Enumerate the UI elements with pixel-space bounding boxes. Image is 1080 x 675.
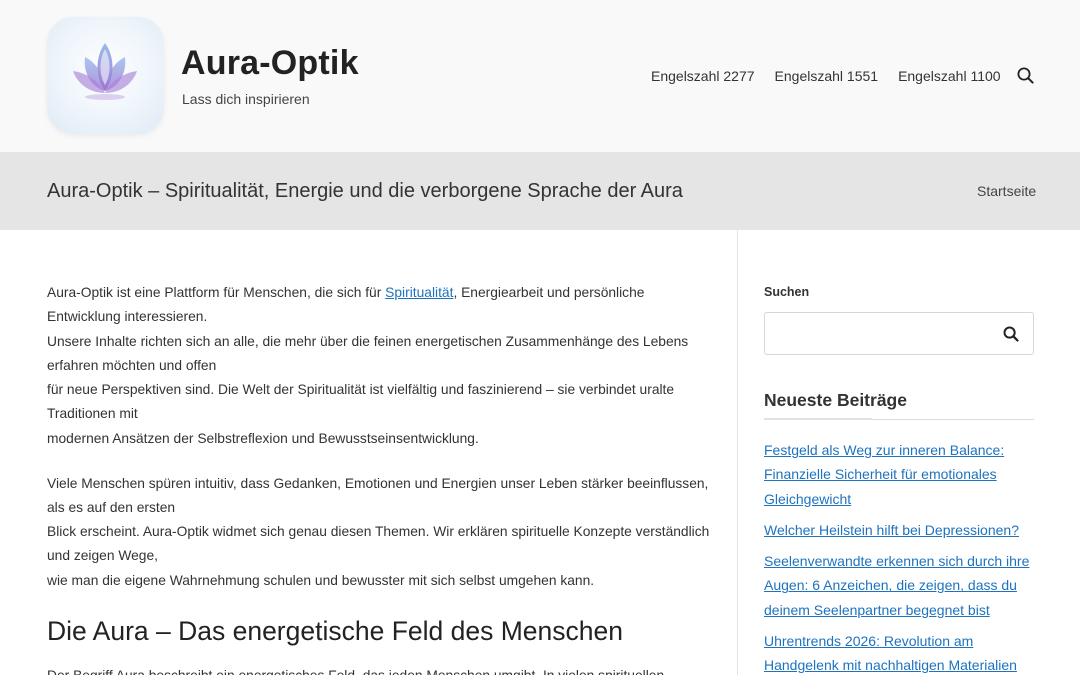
second-text-1: Viele Menschen spüren intuitiv, dass Ged… — [47, 475, 709, 515]
intro-text-4: für neue Perspektiven sind. Die Welt der… — [47, 382, 675, 422]
site-title[interactable]: Aura-Optik — [181, 44, 359, 83]
recent-post-link[interactable]: Festgeld als Weg zur inneren Balance: Fi… — [764, 442, 1004, 507]
nav-item-engelszahl-2277[interactable]: Engelszahl 2277 — [651, 68, 755, 84]
recent-post-link[interactable]: Uhrentrends 2026: Revolution am Handgele… — [764, 633, 1017, 673]
list-item: Welcher Heilstein hilft bei Depressionen… — [764, 518, 1034, 542]
list-item: Uhrentrends 2026: Revolution am Handgele… — [764, 629, 1034, 675]
intro-text-5: modernen Ansätzen der Selbstreflexion un… — [47, 430, 479, 446]
lotus-logo-icon — [73, 43, 137, 100]
recent-post-link[interactable]: Seelenverwandte erkennen sich durch ihre… — [764, 553, 1029, 618]
recent-posts-list: Festgeld als Weg zur inneren Balance: Fi… — [764, 438, 1034, 675]
site-logo[interactable] — [47, 17, 164, 134]
spiritualitaet-link[interactable]: Spiritualität — [385, 285, 453, 300]
sidebar-search-box — [764, 312, 1034, 355]
list-item: Seelenverwandte erkennen sich durch ihre… — [764, 549, 1034, 622]
page-title: Aura-Optik – Spiritualität, Energie und … — [47, 180, 683, 202]
sidebar-search-button[interactable] — [1003, 326, 1019, 347]
recent-post-link[interactable]: Welcher Heilstein hilft bei Depressionen… — [764, 522, 1019, 538]
heading-underline — [764, 418, 1034, 420]
main-content: Aura-Optik ist eine Plattform für Mensch… — [47, 281, 712, 675]
third-paragraph: Der Begriff Aura beschreibt ein energeti… — [47, 664, 712, 675]
nav-item-engelszahl-1100[interactable]: Engelszahl 1100 — [898, 68, 1000, 84]
section-heading: Die Aura – Das energetische Feld des Men… — [47, 615, 623, 646]
main-nav: Engelszahl 2277 Engelszahl 1551 Engelsza… — [651, 68, 1001, 84]
second-text-3: wie man die eigene Wahrnehmung schulen u… — [47, 572, 595, 588]
second-text-2: Blick erscheint. Aura-Optik widmet sich … — [47, 524, 710, 564]
intro-paragraph: Aura-Optik ist eine Plattform für Mensch… — [47, 281, 712, 451]
search-label: Suchen — [764, 285, 810, 299]
second-paragraph: Viele Menschen spüren intuitiv, dass Ged… — [47, 472, 712, 593]
breadcrumb-home[interactable]: Startseite — [977, 183, 1036, 199]
search-icon — [1003, 326, 1019, 342]
intro-text-3: Unsere Inhalte richten sich an alle, die… — [47, 333, 689, 373]
nav-item-engelszahl-1551[interactable]: Engelszahl 1551 — [775, 68, 879, 84]
recent-posts-heading: Neueste Beiträge — [764, 390, 907, 410]
search-icon[interactable] — [1017, 67, 1034, 89]
sidebar-search-input[interactable] — [765, 313, 985, 354]
intro-text-1: Aura-Optik ist eine Plattform für Mensch… — [47, 285, 386, 300]
site-tagline: Lass dich inspirieren — [182, 91, 310, 107]
sidebar-divider — [737, 230, 738, 675]
list-item: Festgeld als Weg zur inneren Balance: Fi… — [764, 438, 1034, 511]
